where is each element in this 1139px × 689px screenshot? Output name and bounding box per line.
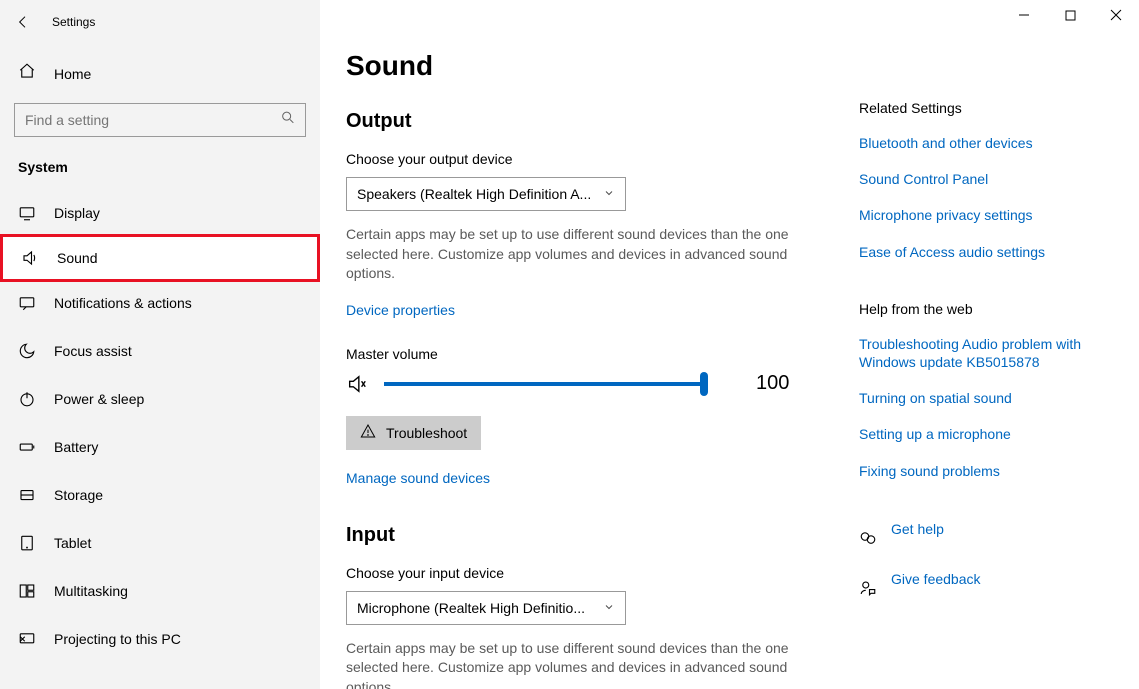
- moon-icon: [18, 342, 36, 360]
- get-help-row[interactable]: Get help: [859, 520, 1127, 556]
- power-icon: [18, 390, 36, 408]
- maximize-button[interactable]: [1047, 0, 1093, 30]
- sidebar-item-label: Sound: [57, 250, 97, 266]
- home-icon: [18, 62, 36, 85]
- sidebar-item-label: Display: [54, 205, 100, 221]
- troubleshoot-label: Troubleshoot: [386, 425, 467, 441]
- search-input[interactable]: [14, 103, 306, 137]
- give-feedback-row[interactable]: Give feedback: [859, 570, 1127, 606]
- related-link-ease-of-access-audio[interactable]: Ease of Access audio settings: [859, 243, 1127, 261]
- help-icon: [859, 529, 877, 547]
- warning-icon: [360, 423, 376, 442]
- output-device-select[interactable]: Speakers (Realtek High Definition A...: [346, 177, 626, 211]
- sidebar-item-focus-assist[interactable]: Focus assist: [0, 327, 320, 375]
- help-link-spatial-sound[interactable]: Turning on spatial sound: [859, 389, 1127, 407]
- search-box: [14, 103, 306, 137]
- sidebar-item-label: Battery: [54, 439, 98, 455]
- sidebar-home-label: Home: [54, 66, 91, 82]
- display-icon: [18, 204, 36, 222]
- master-volume-value: 100: [756, 372, 789, 395]
- help-link-setup-microphone[interactable]: Setting up a microphone: [859, 425, 1127, 443]
- page-title: Sound: [346, 50, 839, 82]
- sidebar-item-projecting[interactable]: Projecting to this PC: [0, 615, 320, 663]
- sidebar-item-multitasking[interactable]: Multitasking: [0, 567, 320, 615]
- sidebar-home[interactable]: Home: [0, 48, 320, 99]
- back-icon[interactable]: [14, 13, 32, 31]
- sidebar-item-label: Storage: [54, 487, 103, 503]
- input-device-value: Microphone (Realtek High Definitio...: [357, 600, 585, 616]
- sidebar-item-power-sleep[interactable]: Power & sleep: [0, 375, 320, 423]
- related-link-sound-control-panel[interactable]: Sound Control Panel: [859, 170, 1127, 188]
- mute-icon[interactable]: [346, 373, 368, 395]
- window-title: Settings: [52, 15, 95, 29]
- minimize-button[interactable]: [1001, 0, 1047, 30]
- help-heading: Help from the web: [859, 301, 1127, 317]
- sidebar-item-label: Multitasking: [54, 583, 128, 599]
- related-settings-heading: Related Settings: [859, 100, 1127, 116]
- sidebar-item-tablet[interactable]: Tablet: [0, 519, 320, 567]
- message-icon: [18, 294, 36, 312]
- sidebar-item-label: Projecting to this PC: [54, 631, 181, 647]
- sidebar-item-label: Tablet: [54, 535, 91, 551]
- sidebar-section-label: System: [0, 151, 320, 189]
- sidebar-nav: Display Sound Notifications & actions Fo…: [0, 189, 320, 663]
- related-link-microphone-privacy[interactable]: Microphone privacy settings: [859, 206, 1127, 224]
- help-link-troubleshooting-kb[interactable]: Troubleshooting Audio problem with Windo…: [859, 335, 1127, 371]
- troubleshoot-button[interactable]: Troubleshoot: [346, 416, 481, 450]
- input-choose-label: Choose your input device: [346, 565, 839, 581]
- sidebar-item-label: Power & sleep: [54, 391, 144, 407]
- give-feedback-link[interactable]: Give feedback: [891, 570, 981, 588]
- sidebar-item-sound[interactable]: Sound: [0, 234, 320, 282]
- feedback-icon: [859, 579, 877, 597]
- chevron-down-icon: [603, 600, 615, 616]
- master-volume-label: Master volume: [346, 346, 839, 362]
- related-link-bluetooth[interactable]: Bluetooth and other devices: [859, 134, 1127, 152]
- sidebar-item-battery[interactable]: Battery: [0, 423, 320, 471]
- right-rail: Related Settings Bluetooth and other dev…: [859, 0, 1139, 689]
- get-help-link[interactable]: Get help: [891, 520, 944, 538]
- search-icon: [280, 110, 296, 131]
- output-choose-label: Choose your output device: [346, 151, 839, 167]
- input-description: Certain apps may be set up to use differ…: [346, 639, 806, 689]
- window-controls: [1001, 0, 1139, 30]
- projecting-icon: [18, 630, 36, 648]
- input-heading: Input: [346, 524, 839, 547]
- master-volume-slider[interactable]: [384, 372, 704, 396]
- sidebar: Settings Home System Display: [0, 0, 320, 689]
- storage-icon: [18, 486, 36, 504]
- sound-icon: [21, 249, 39, 267]
- help-link-fixing-sound[interactable]: Fixing sound problems: [859, 462, 1127, 480]
- output-heading: Output: [346, 110, 839, 133]
- sidebar-item-label: Notifications & actions: [54, 295, 192, 311]
- sidebar-item-storage[interactable]: Storage: [0, 471, 320, 519]
- tablet-icon: [18, 534, 36, 552]
- output-description: Certain apps may be set up to use differ…: [346, 225, 806, 284]
- device-properties-link[interactable]: Device properties: [346, 302, 455, 318]
- battery-icon: [18, 438, 36, 456]
- close-button[interactable]: [1093, 0, 1139, 30]
- titlebar-left: Settings: [0, 4, 320, 40]
- output-device-value: Speakers (Realtek High Definition A...: [357, 186, 591, 202]
- multitasking-icon: [18, 582, 36, 600]
- sidebar-item-display[interactable]: Display: [0, 189, 320, 237]
- chevron-down-icon: [603, 186, 615, 202]
- input-device-select[interactable]: Microphone (Realtek High Definitio...: [346, 591, 626, 625]
- main: Sound Output Choose your output device S…: [320, 0, 1139, 689]
- sidebar-item-label: Focus assist: [54, 343, 132, 359]
- manage-sound-devices-link[interactable]: Manage sound devices: [346, 470, 490, 486]
- sidebar-item-notifications[interactable]: Notifications & actions: [0, 279, 320, 327]
